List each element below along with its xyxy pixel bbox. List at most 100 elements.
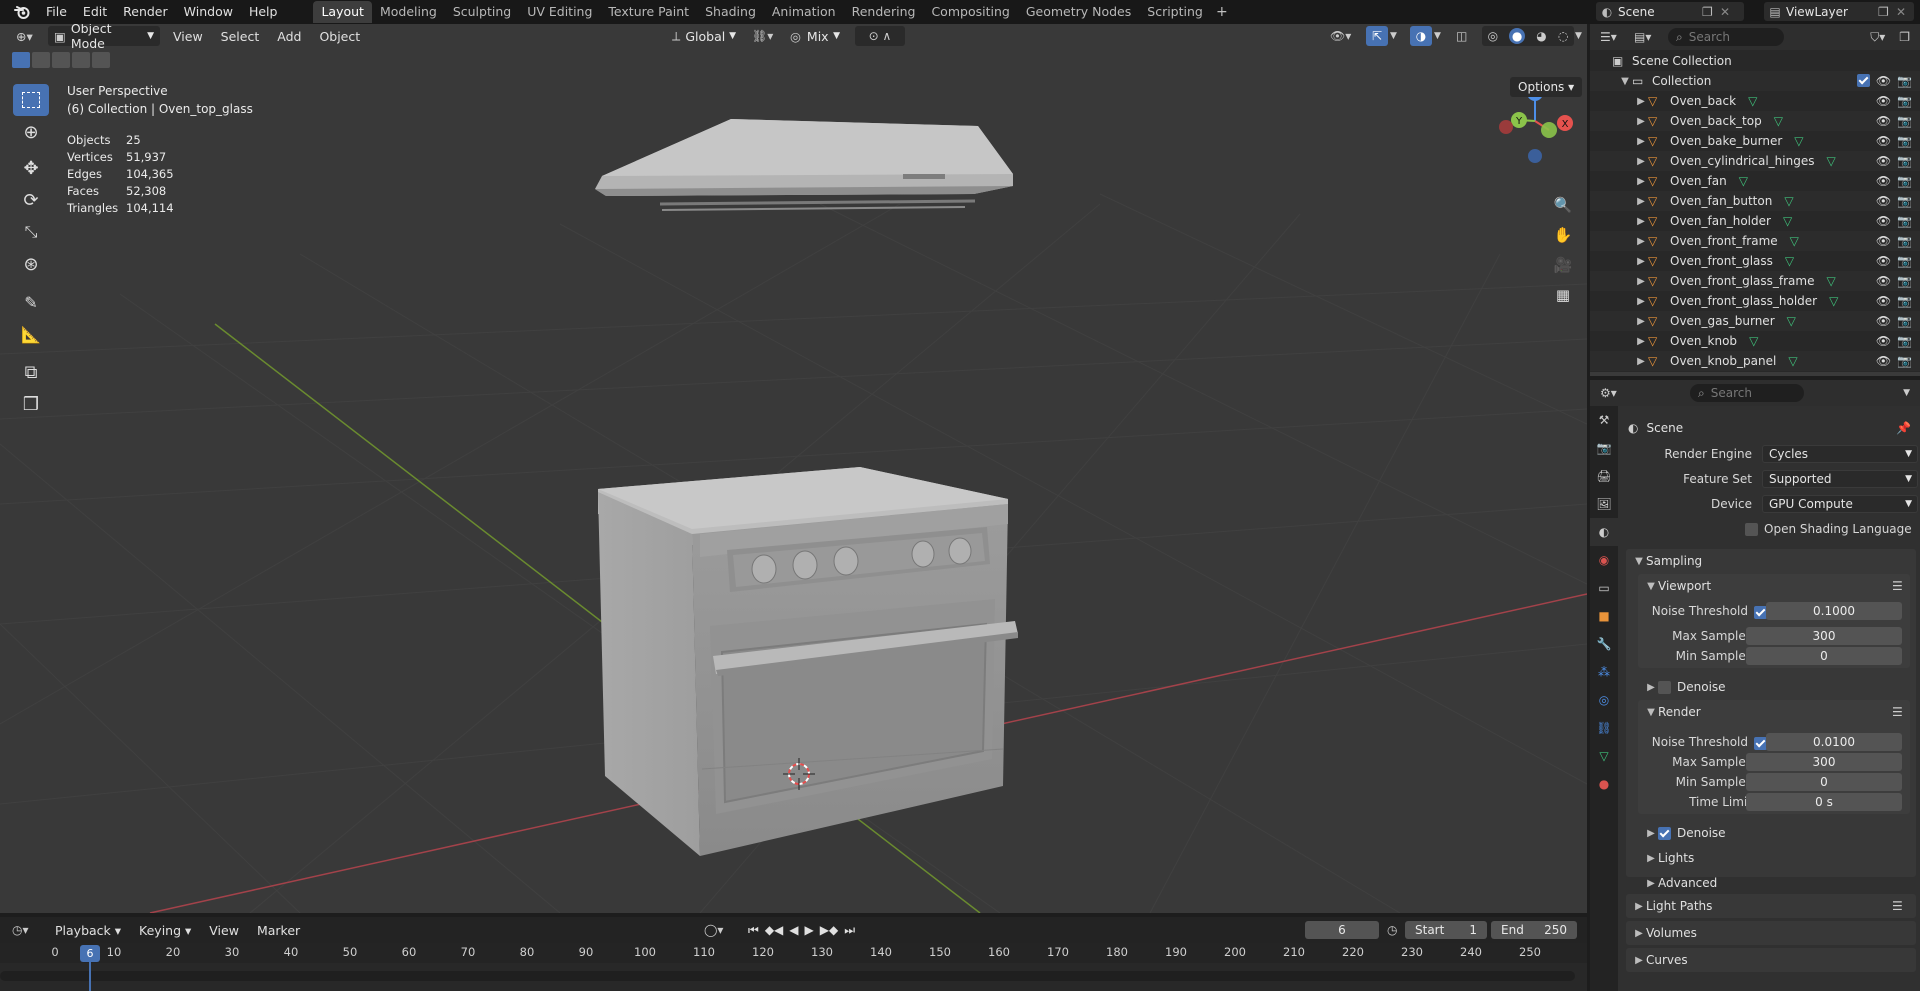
mesh-data-icon[interactable]: ▽ xyxy=(1826,274,1835,288)
chevron-down-icon[interactable]: ▼ xyxy=(1618,76,1632,87)
outliner-object-row[interactable]: ▶ ▽ Oven_front_glass_holder ▽ 👁 📷 xyxy=(1590,291,1920,311)
render-subpanel-header[interactable]: ▼ Render xyxy=(1644,705,1701,719)
mesh-data-icon[interactable]: ▽ xyxy=(1829,294,1838,308)
tab-world[interactable]: ◉ xyxy=(1590,546,1618,574)
frame-ruler[interactable]: 0 10 20 30 40 50 60 70 80 90 100 110 120 130 140 150 160… xyxy=(0,945,1587,963)
transform-tool[interactable]: ⊛ xyxy=(13,248,49,280)
end-frame-field[interactable]: End 250 xyxy=(1491,921,1577,939)
menu-playback[interactable]: Playback ▾ xyxy=(46,923,130,938)
transform-orientation[interactable]: ⟂ Global ▼ xyxy=(666,26,742,46)
tab-sculpting[interactable]: Sculpting xyxy=(445,1,519,23)
eye-icon[interactable]: 👁 xyxy=(1876,174,1891,188)
proportional-editing[interactable]: ◎ Mix ▼ xyxy=(784,26,846,46)
prev-keyframe-icon[interactable]: ◆◀ xyxy=(765,923,783,938)
mesh-data-icon[interactable]: ▽ xyxy=(1826,154,1835,168)
new-collection-icon[interactable]: ❐ xyxy=(1899,30,1910,44)
collection-row[interactable]: ▼ ▭ Collection 👁 📷 xyxy=(1590,71,1920,91)
filter-icon[interactable]: ⛉▾ xyxy=(1870,30,1885,45)
chevron-right-icon[interactable]: ▶ xyxy=(1634,116,1648,127)
tab-object[interactable]: ■ xyxy=(1590,602,1618,630)
chevron-right-icon[interactable]: ▶ xyxy=(1634,196,1648,207)
camera-icon[interactable]: 📷 xyxy=(1897,194,1912,208)
render-engine-dropdown[interactable]: Cycles ▼ xyxy=(1762,445,1918,463)
camera-icon[interactable]: 📷 xyxy=(1897,334,1912,348)
eye-icon[interactable]: 👁 xyxy=(1876,314,1891,328)
tab-particles[interactable]: ⁂ xyxy=(1590,658,1618,686)
chevron-right-icon[interactable]: ▶ xyxy=(1634,156,1648,167)
eye-icon[interactable]: 👁 xyxy=(1876,114,1891,128)
options-button[interactable]: Options ▾ xyxy=(1510,77,1583,97)
duplicate-scene-icon[interactable]: ❐ xyxy=(1702,5,1720,19)
menu-render[interactable]: Render xyxy=(115,1,176,23)
3d-viewport[interactable]: Z Y X ⊕▾ ▣ Object Mode ▼ View Select Add… xyxy=(0,24,1587,913)
chevron-right-icon[interactable]: ▶ xyxy=(1634,336,1648,347)
vp-noise-threshold-field[interactable]: 0.1000 xyxy=(1766,602,1902,620)
viewport-subpanel-header[interactable]: ▼ Viewport xyxy=(1644,579,1711,593)
add-cube-tool[interactable]: ⧉ xyxy=(13,356,49,388)
editor-type-button[interactable]: ⊕▾ xyxy=(10,26,44,46)
camera-icon[interactable]: 📷 xyxy=(1897,294,1912,308)
menu-add[interactable]: Add xyxy=(268,29,310,44)
select-intersect-icon[interactable] xyxy=(92,52,110,68)
menu-marker[interactable]: Marker xyxy=(248,923,309,938)
pin-icon[interactable]: 📌 xyxy=(1896,421,1911,435)
camera-icon[interactable]: 📷 xyxy=(1897,254,1912,268)
menu-file[interactable]: File xyxy=(38,1,75,23)
eye-icon[interactable]: 👁 xyxy=(1876,214,1891,228)
mesh-data-icon[interactable]: ▽ xyxy=(1774,114,1783,128)
r-denoise-checkbox[interactable] xyxy=(1658,826,1671,840)
wireframe-shading-icon[interactable]: ◎ xyxy=(1488,29,1498,43)
duplicate-layer-icon[interactable]: ❐ xyxy=(1878,5,1896,19)
select-new-icon[interactable] xyxy=(12,52,30,68)
play-reverse-icon[interactable]: ◀ xyxy=(789,923,798,938)
eye-icon[interactable]: 👁 xyxy=(1876,234,1891,248)
mesh-data-icon[interactable]: ▽ xyxy=(1748,94,1757,108)
overlays-toggle-icon[interactable]: ◑ xyxy=(1410,26,1432,46)
jump-end-icon[interactable]: ⏭ xyxy=(844,923,855,938)
next-keyframe-icon[interactable]: ▶◆ xyxy=(820,923,838,938)
menu-view[interactable]: View xyxy=(164,29,212,44)
chevron-right-icon[interactable]: ▶ xyxy=(1634,176,1648,187)
mesh-data-icon[interactable]: ▽ xyxy=(1749,334,1758,348)
tab-constraints[interactable]: ⛓ xyxy=(1590,714,1618,742)
tab-scene[interactable]: ◐ xyxy=(1590,518,1618,546)
overlays-menu-icon[interactable]: ▼ xyxy=(1434,31,1441,41)
sampling-header[interactable]: ▼ Sampling xyxy=(1632,554,1702,568)
chevron-down-icon[interactable]: ▼ xyxy=(1903,388,1910,398)
chevron-right-icon[interactable]: ▶ xyxy=(1634,296,1648,307)
tab-animation[interactable]: Animation xyxy=(764,1,844,23)
scene-collection-row[interactable]: ▣ Scene Collection xyxy=(1590,51,1920,71)
properties-editor-icon[interactable]: ⚙▾ xyxy=(1600,386,1690,400)
rotate-tool[interactable]: ⟳ xyxy=(13,184,49,216)
snap-icon[interactable]: ⛓▾ xyxy=(752,29,773,43)
outliner-editor-icon[interactable]: ☰▾ xyxy=(1600,30,1634,44)
tab-geometry-nodes[interactable]: Geometry Nodes xyxy=(1018,1,1139,23)
timeline-scrollbar[interactable] xyxy=(0,971,1575,981)
menu-select[interactable]: Select xyxy=(212,29,269,44)
timeline-editor-icon[interactable]: ◷▾ xyxy=(12,923,46,937)
camera-icon[interactable]: 📷 xyxy=(1897,134,1912,148)
vp-min-samples-field[interactable]: 0 xyxy=(1746,647,1902,665)
outliner-object-row[interactable]: ▶ ▽ Oven_gas_burner ▽ 👁 📷 xyxy=(1590,311,1920,331)
chevron-right-icon[interactable]: ▶ xyxy=(1634,216,1648,227)
add-object-tool[interactable]: ❒ xyxy=(13,388,49,420)
measure-tool[interactable]: 📐 xyxy=(13,318,49,350)
move-tool[interactable]: ✥ xyxy=(13,152,49,184)
mesh-data-icon[interactable]: ▽ xyxy=(1784,194,1793,208)
mesh-data-icon[interactable]: ▽ xyxy=(1788,354,1797,368)
view-layer-selector[interactable]: ▤ ViewLayer ❐ ✕ xyxy=(1764,2,1914,21)
menu-help[interactable]: Help xyxy=(241,1,286,23)
camera-icon[interactable]: 📷 xyxy=(1897,94,1912,108)
tab-physics[interactable]: ◎ xyxy=(1590,686,1618,714)
outliner-object-row[interactable]: ▶ ▽ Oven_back_top ▽ 👁 📷 xyxy=(1590,111,1920,131)
eye-icon[interactable]: 👁 xyxy=(1876,154,1891,168)
eye-icon[interactable]: 👁 xyxy=(1876,94,1891,108)
oven-object[interactable] xyxy=(598,467,1018,856)
r-max-samples-field[interactable]: 300 xyxy=(1746,753,1902,771)
camera-icon[interactable]: 📷 xyxy=(1897,74,1912,88)
cursor-tool[interactable]: ⊕ xyxy=(13,116,49,148)
outliner-object-row[interactable]: ▶ ▽ Oven_front_frame ▽ 👁 📷 xyxy=(1590,231,1920,251)
blender-logo-icon[interactable] xyxy=(12,2,32,22)
mesh-data-icon[interactable]: ▽ xyxy=(1794,134,1803,148)
tab-output[interactable]: 🖨 xyxy=(1590,462,1618,490)
